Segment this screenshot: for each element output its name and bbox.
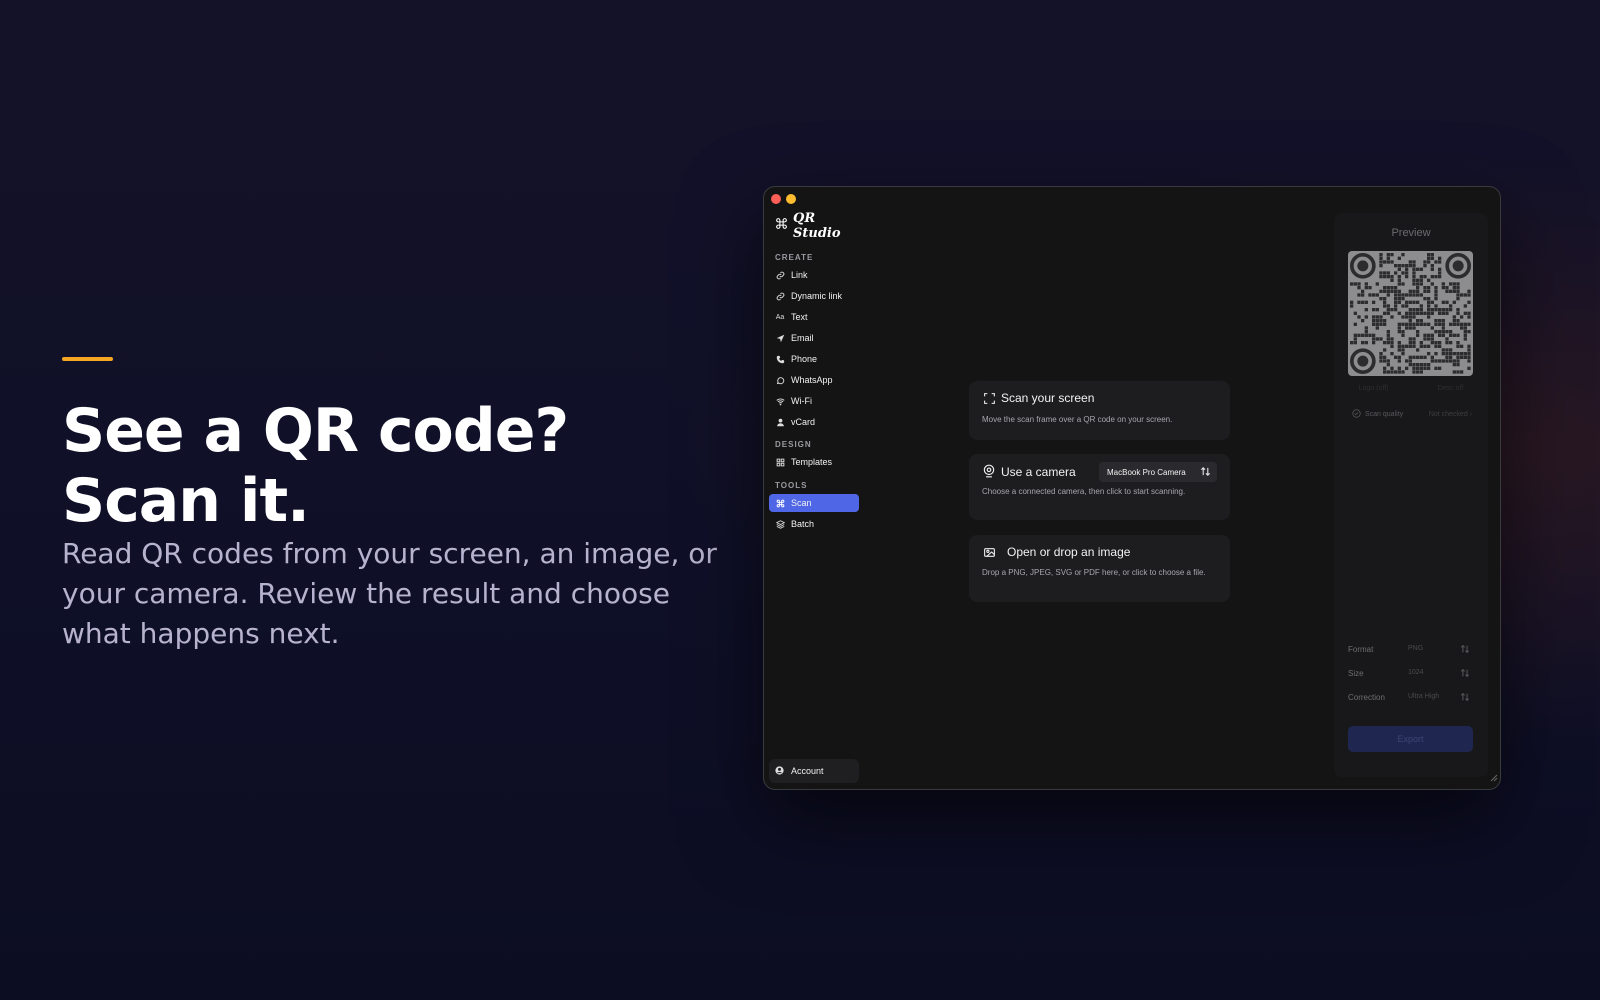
format-value: PNG — [1408, 645, 1424, 652]
camera-select-value: MacBook Pro Camera — [1107, 467, 1186, 477]
person-icon — [775, 417, 785, 427]
command-icon — [775, 217, 788, 235]
size-value: 1024 — [1408, 669, 1424, 676]
size-label: Size — [1348, 669, 1364, 678]
sidebar-item-vcard[interactable]: vCard — [769, 413, 859, 431]
sidebar-item-label: Scan — [791, 498, 812, 508]
account-icon — [775, 766, 785, 776]
check-circle-icon — [1352, 409, 1361, 420]
sidebar-item-label: Dynamic link — [791, 291, 843, 301]
sidebar-item-label: WhatsApp — [791, 375, 833, 385]
section-create-label: CREATE — [775, 253, 814, 262]
card-description: Drop a PNG, JPEG, SVG or PDF here, or cl… — [982, 568, 1206, 577]
layers-icon — [775, 519, 785, 529]
resize-grip-icon[interactable] — [1490, 769, 1498, 787]
sidebar-item-scan[interactable]: Scan — [769, 494, 859, 512]
sidebar-item-email[interactable]: Email — [769, 329, 859, 347]
scan-screen-card[interactable]: Scan your screen Move the scan frame ove… — [969, 381, 1230, 440]
section-tools-label: TOOLS — [775, 481, 808, 490]
correction-label: Correction — [1348, 693, 1385, 702]
preview-panel: Preview Logo (off) Desc off Scan quality… — [1334, 213, 1488, 777]
sidebar-item-phone[interactable]: Phone — [769, 350, 859, 368]
account-label: Account — [791, 766, 824, 776]
correction-row[interactable]: Correction Ultra High — [1348, 692, 1474, 704]
card-description: Move the scan frame over a QR code on yo… — [982, 415, 1173, 424]
sidebar-item-label: Templates — [791, 457, 833, 467]
accent-bar — [62, 357, 113, 361]
scan-quality-row: Scan quality Not checked › — [1352, 409, 1472, 420]
export-button[interactable]: Export — [1348, 726, 1473, 752]
sidebar-item-label: Email — [791, 333, 814, 343]
wifi-icon — [775, 396, 785, 406]
sidebar-item-label: Text — [791, 312, 808, 322]
link-icon — [775, 270, 785, 280]
sidebar-item-wifi[interactable]: Wi-Fi — [769, 392, 859, 410]
up-down-chevron-icon — [1460, 644, 1470, 656]
account-button[interactable]: Account — [769, 759, 859, 783]
scan-frame-icon — [982, 391, 996, 405]
card-title: Use a camera — [1001, 465, 1076, 479]
image-icon — [982, 545, 996, 559]
headline-line-2: Scan it. — [62, 466, 310, 536]
scan-quality-status[interactable]: Not checked › — [1429, 411, 1472, 418]
sidebar-item-text[interactable]: Aa Text — [769, 308, 859, 326]
preview-title: Preview — [1391, 227, 1431, 239]
qr-code-image — [1348, 251, 1473, 376]
link-icon — [775, 291, 785, 301]
camera-icon — [982, 464, 996, 478]
whatsapp-icon — [775, 375, 785, 385]
scan-icon — [775, 498, 785, 508]
preview-ghost-labels: Logo (off) Desc off — [1334, 385, 1488, 392]
app-logo: QR Studio — [775, 211, 864, 241]
camera-select[interactable]: MacBook Pro Camera — [1099, 462, 1217, 482]
sidebar-item-label: Link — [791, 270, 808, 280]
card-title: Scan your screen — [1001, 391, 1095, 405]
format-label: Format — [1348, 645, 1374, 654]
app-name: QR Studio — [793, 211, 841, 241]
sidebar-item-batch[interactable]: Batch — [769, 515, 859, 533]
sidebar-item-templates[interactable]: Templates — [769, 453, 859, 471]
grid-icon — [775, 457, 785, 467]
open-image-card[interactable]: Open or drop an image Drop a PNG, JPEG, … — [969, 535, 1230, 602]
use-camera-card[interactable]: Use a camera MacBook Pro Camera Choose a… — [969, 454, 1230, 520]
sidebar-item-link[interactable]: Link — [769, 266, 859, 284]
sidebar-item-label: Wi-Fi — [791, 396, 812, 406]
sidebar-item-label: Batch — [791, 519, 815, 529]
sidebar: QR Studio CREATE Link Dynamic link Aa Te… — [764, 187, 864, 789]
card-title: Open or drop an image — [1007, 545, 1131, 559]
hero-headline: See a QR code? Scan it. — [62, 396, 569, 536]
correction-value: Ultra High — [1408, 693, 1440, 700]
size-row[interactable]: Size 1024 — [1348, 668, 1474, 680]
hero-subtext: Read QR codes from your screen, an image… — [62, 537, 717, 650]
ghost-label-left: Logo (off) — [1358, 385, 1389, 392]
phone-icon — [775, 354, 785, 364]
sidebar-item-label: Phone — [791, 354, 818, 364]
sidebar-item-whatsapp[interactable]: WhatsApp — [769, 371, 859, 389]
ghost-label-right: Desc off — [1437, 385, 1464, 392]
text-icon: Aa — [775, 313, 785, 321]
scan-quality-label: Scan quality — [1365, 411, 1404, 418]
sidebar-item-label: vCard — [791, 417, 816, 427]
up-down-chevron-icon — [1200, 466, 1211, 479]
card-description: Choose a connected camera, then click to… — [982, 487, 1186, 496]
format-row[interactable]: Format PNG — [1348, 644, 1474, 656]
headline-line-1: See a QR code? — [62, 396, 569, 466]
sidebar-item-dynamic-link[interactable]: Dynamic link — [769, 287, 859, 305]
app-window: QR Studio CREATE Link Dynamic link Aa Te… — [763, 186, 1501, 790]
up-down-chevron-icon — [1460, 668, 1470, 680]
send-icon — [775, 333, 785, 343]
section-design-label: DESIGN — [775, 440, 812, 449]
up-down-chevron-icon — [1460, 692, 1470, 704]
